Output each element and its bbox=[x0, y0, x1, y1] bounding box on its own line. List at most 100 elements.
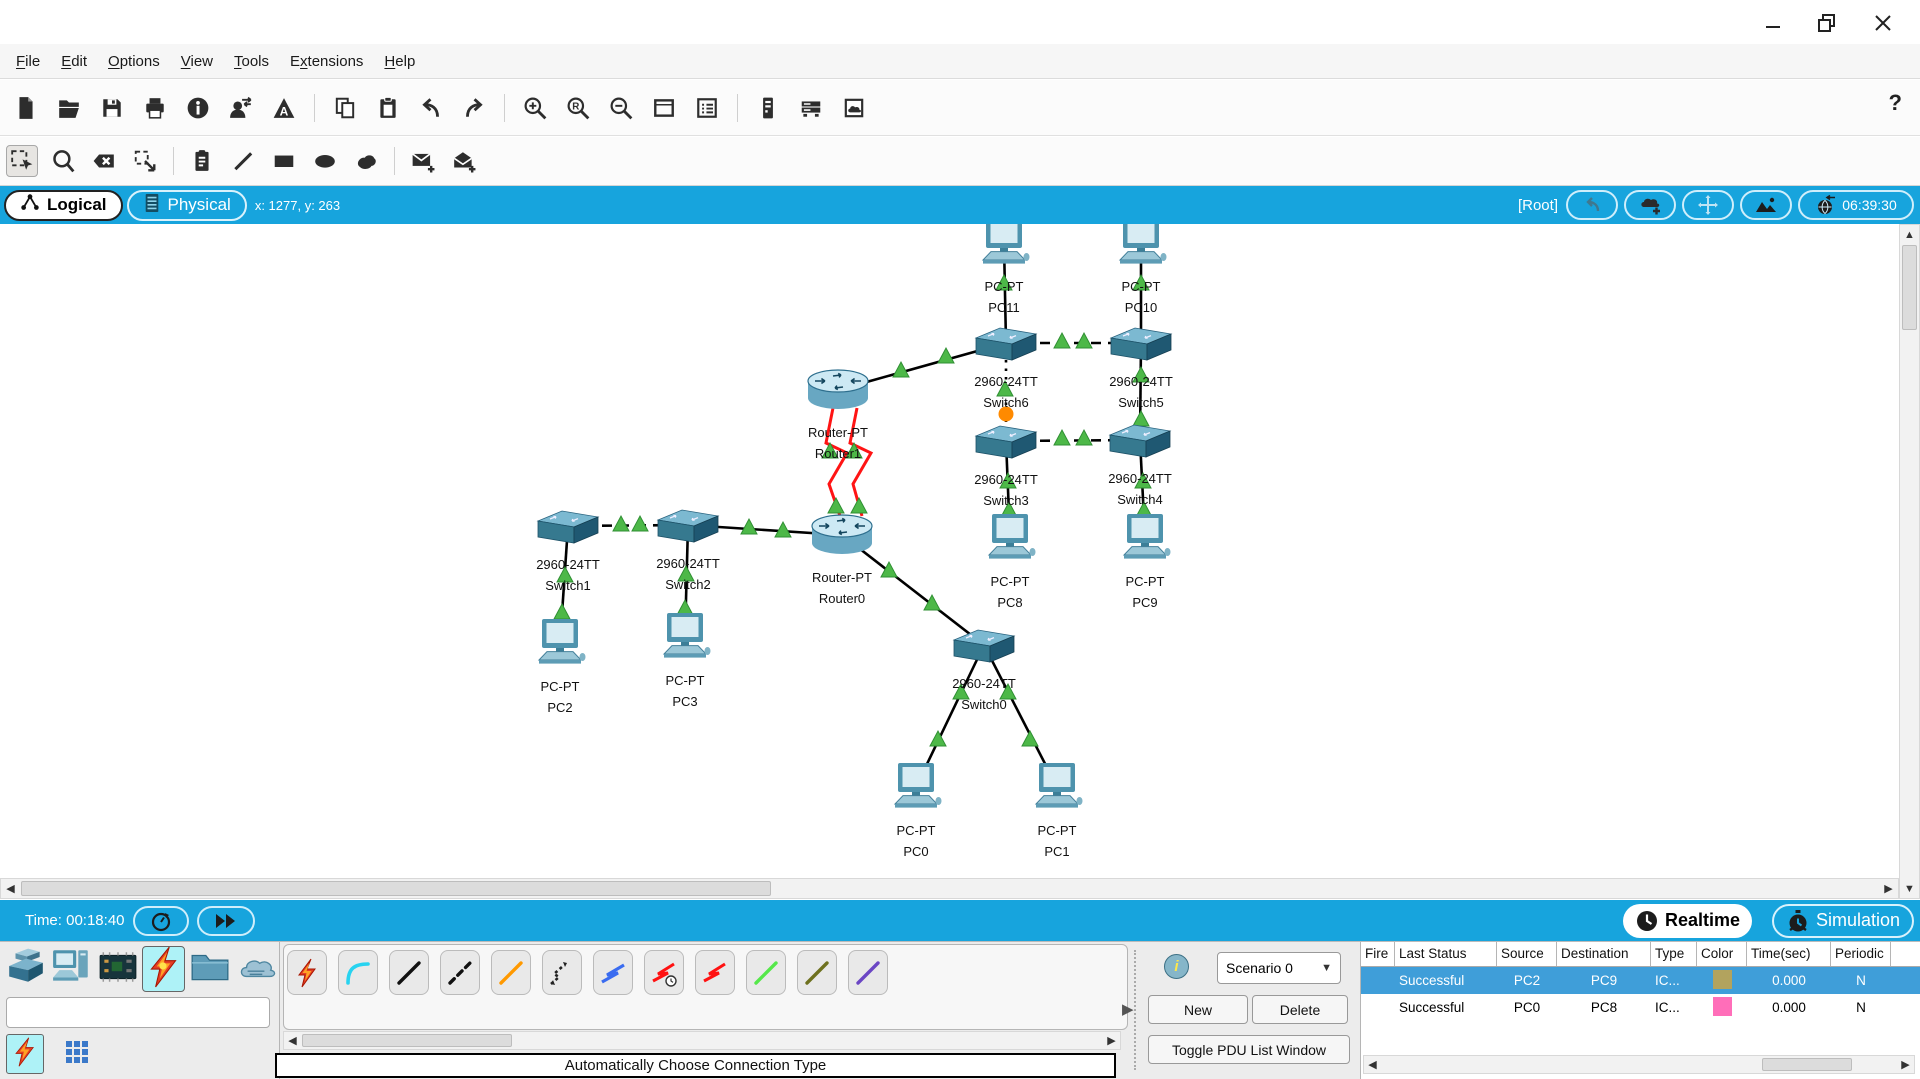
close-button[interactable] bbox=[1870, 10, 1896, 36]
category-miscellaneous[interactable] bbox=[188, 946, 231, 992]
connection-olive-cable-button[interactable] bbox=[797, 950, 837, 995]
add-complex-pdu-button[interactable] bbox=[448, 145, 480, 177]
vscroll-up-arrow[interactable]: ▲ bbox=[1901, 226, 1918, 243]
device-pc10[interactable]: PC-PTPC10 bbox=[1096, 224, 1186, 318]
device-pc9[interactable]: PC-PTPC9 bbox=[1100, 514, 1190, 613]
connections-scrollbar[interactable]: ◀ ▶ bbox=[283, 1031, 1121, 1050]
device-switch1[interactable]: 2960-24TTSwitch1 bbox=[523, 507, 613, 596]
copy-button[interactable] bbox=[329, 92, 361, 124]
menu-tools[interactable]: Tools bbox=[231, 51, 272, 72]
undo-button[interactable] bbox=[415, 92, 447, 124]
tab-physical[interactable]: Physical bbox=[127, 190, 247, 221]
freeform-button[interactable] bbox=[350, 145, 382, 177]
device-switch2[interactable]: 2960-24TTSwitch2 bbox=[643, 506, 733, 595]
rack-button[interactable] bbox=[795, 92, 827, 124]
device-pc3[interactable]: PC-PTPC3 bbox=[640, 613, 730, 712]
pdu-list-scrollbar[interactable]: ◀ ▶ bbox=[1363, 1055, 1915, 1074]
device-switch0[interactable]: 2960-24TTSwitch0 bbox=[939, 626, 1029, 715]
panel-expand-arrow[interactable]: ▶ bbox=[1122, 1000, 1134, 1018]
conn-scroll-thumb[interactable] bbox=[302, 1034, 512, 1047]
connection-copper-crossover-button[interactable] bbox=[440, 950, 480, 995]
canvas-vscrollbar[interactable]: ▲ ▼ bbox=[1899, 224, 1920, 899]
hscroll-right-arrow[interactable]: ▶ bbox=[1880, 880, 1897, 897]
redo-button[interactable] bbox=[458, 92, 490, 124]
restore-button[interactable] bbox=[1814, 10, 1840, 36]
delete-button[interactable] bbox=[88, 145, 120, 177]
custom-dialog-button[interactable] bbox=[691, 92, 723, 124]
device-pc8[interactable]: PC-PTPC8 bbox=[965, 514, 1055, 613]
connection-serial-dce-button[interactable] bbox=[644, 950, 684, 995]
pdu-col-periodic[interactable]: Periodic bbox=[1831, 942, 1891, 966]
vscroll-thumb[interactable] bbox=[1902, 245, 1917, 330]
info-button[interactable] bbox=[182, 92, 214, 124]
back-button[interactable] bbox=[1566, 190, 1618, 220]
inspect-button[interactable] bbox=[47, 145, 79, 177]
conn-scroll-left[interactable]: ◀ bbox=[285, 1033, 300, 1048]
minimize-button[interactable] bbox=[1760, 10, 1786, 36]
category-network-devices[interactable] bbox=[4, 946, 47, 992]
viewport-clock[interactable]: 06:39:30 bbox=[1798, 190, 1914, 220]
activity-wizard-button[interactable] bbox=[225, 92, 257, 124]
device-switch6[interactable]: 2960-24TTSwitch6 bbox=[961, 324, 1051, 413]
paste-button[interactable] bbox=[372, 92, 404, 124]
drawing-palette-button[interactable] bbox=[648, 92, 680, 124]
zoom-in-button[interactable] bbox=[519, 92, 551, 124]
save-button[interactable] bbox=[96, 92, 128, 124]
tab-logical[interactable]: Logical bbox=[4, 190, 123, 221]
device-pc11[interactable]: PC-PTPC11 bbox=[959, 224, 1049, 318]
new-file-button[interactable] bbox=[10, 92, 42, 124]
zoom-out-button[interactable] bbox=[605, 92, 637, 124]
pdu-col-time-sec-[interactable]: Time(sec) bbox=[1747, 942, 1831, 966]
connection-console-button[interactable] bbox=[338, 950, 378, 995]
device-switch5[interactable]: 2960-24TTSwitch5 bbox=[1096, 324, 1186, 413]
palette-grid-button[interactable] bbox=[58, 1034, 96, 1074]
category-components[interactable] bbox=[96, 946, 139, 992]
connection-coaxial-button[interactable] bbox=[593, 950, 633, 995]
add-simple-pdu-button[interactable] bbox=[407, 145, 439, 177]
connection-auto-button[interactable] bbox=[287, 950, 327, 995]
vscroll-down-arrow[interactable]: ▼ bbox=[1901, 880, 1918, 897]
resize-button[interactable] bbox=[129, 145, 161, 177]
category-connections[interactable] bbox=[142, 946, 185, 992]
pdu-scroll-right[interactable]: ▶ bbox=[1898, 1057, 1913, 1072]
pdu-scroll-left[interactable]: ◀ bbox=[1365, 1057, 1380, 1072]
topology-canvas[interactable]: PC-PTPC11 PC-PTPC10 2960-24TTSwitch6 2960-2… bbox=[0, 224, 1920, 900]
pdu-col-last-status[interactable]: Last Status bbox=[1395, 942, 1497, 966]
device-pc0[interactable]: PC-PTPC0 bbox=[871, 763, 961, 862]
fast-forward-button[interactable] bbox=[197, 906, 255, 936]
toggle-pdu-list-button[interactable]: Toggle PDU List Window bbox=[1148, 1035, 1350, 1064]
device-pc2[interactable]: PC-PTPC2 bbox=[515, 619, 605, 718]
line-button[interactable] bbox=[227, 145, 259, 177]
connection-phone-button[interactable] bbox=[542, 950, 582, 995]
connection-green-cable-button[interactable] bbox=[746, 950, 786, 995]
open-folder-button[interactable] bbox=[53, 92, 85, 124]
device-switch4[interactable]: 2960-24TTSwitch4 bbox=[1095, 421, 1185, 510]
pdu-col-type[interactable]: Type bbox=[1651, 942, 1697, 966]
category-multiuser[interactable] bbox=[234, 946, 277, 992]
pdu-scroll-thumb[interactable] bbox=[1762, 1058, 1852, 1071]
delete-scenario-button[interactable]: Delete bbox=[1252, 995, 1348, 1024]
pdu-row-pc0-pc8[interactable]: SuccessfulPC0PC8IC...0.000N bbox=[1361, 994, 1920, 1021]
device-router0[interactable]: Router-PTRouter0 bbox=[797, 512, 887, 609]
pdu-col-destination[interactable]: Destination bbox=[1557, 942, 1651, 966]
rectangle-button[interactable] bbox=[268, 145, 300, 177]
menu-edit[interactable]: Edit bbox=[58, 51, 90, 72]
device-pc1[interactable]: PC-PTPC1 bbox=[1012, 763, 1102, 862]
tower-button[interactable] bbox=[752, 92, 784, 124]
ellipse-button[interactable] bbox=[309, 145, 341, 177]
menu-file[interactable]: File bbox=[13, 51, 43, 72]
palette-connections-small-button[interactable] bbox=[6, 1034, 44, 1074]
panel-splitter[interactable] bbox=[1134, 950, 1136, 1070]
pdu-col-fire[interactable]: Fire bbox=[1361, 942, 1395, 966]
print-button[interactable] bbox=[139, 92, 171, 124]
scenario-select[interactable]: Scenario 0 ▼ bbox=[1217, 952, 1341, 984]
zoom-reset-button[interactable]: R bbox=[562, 92, 594, 124]
set-background-button[interactable] bbox=[1740, 190, 1792, 220]
canvas-hscrollbar[interactable]: ◀ ▶ bbox=[0, 878, 1899, 899]
tab-realtime[interactable]: Realtime bbox=[1623, 904, 1752, 938]
connection-serial-dte-button[interactable] bbox=[695, 950, 735, 995]
hscroll-thumb[interactable] bbox=[21, 881, 771, 896]
move-object-button[interactable] bbox=[1682, 190, 1734, 220]
pdu-col-source[interactable]: Source bbox=[1497, 942, 1557, 966]
note-button[interactable] bbox=[186, 145, 218, 177]
